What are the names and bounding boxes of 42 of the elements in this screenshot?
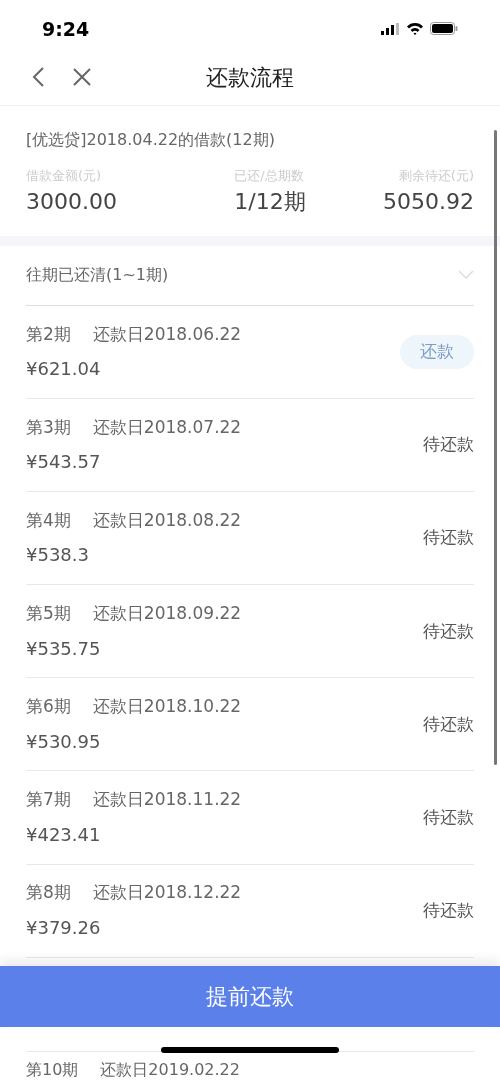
prepay-button[interactable]: 提前还款: [0, 965, 500, 1027]
due-date: 还款日2018.06.22: [92, 322, 242, 346]
close-icon[interactable]: [72, 67, 92, 88]
due-date: 还款日2018.09.22: [92, 602, 242, 625]
amount: ¥530.95: [26, 729, 102, 754]
stat-value: 3000.00: [26, 188, 117, 217]
paid-section-toggle[interactable]: 往期已还清(1~1期): [26, 246, 474, 306]
status-text: 待还款: [423, 619, 474, 643]
status-text: 待还款: [423, 433, 474, 457]
amount: ¥621.04: [26, 357, 102, 382]
amount: ¥538.3: [26, 543, 90, 568]
due-date: 还款日2018.11.22: [92, 788, 242, 812]
due-date: 还款日2018.10.22: [92, 695, 242, 719]
due-date: 还款日2018.12.22: [92, 881, 242, 905]
amount: ¥535.75: [26, 636, 102, 661]
loan-title: [优选贷]2018.04.22的借款(12期): [26, 128, 276, 151]
amount: ¥543.57: [26, 450, 102, 475]
status-text: 待还款: [423, 526, 474, 550]
wifi-icon: [406, 22, 424, 36]
period-label: 第10期: [26, 1058, 79, 1081]
repay-button[interactable]: 还款: [400, 334, 474, 369]
period-label: 第6期: [26, 695, 71, 719]
status-text: 待还款: [423, 712, 474, 736]
status-text: 待还款: [423, 805, 474, 829]
period-label: 第5期: [26, 602, 71, 625]
due-date: 还款日2019.02.22: [100, 1058, 240, 1081]
signal-icon: [381, 22, 400, 35]
amount: ¥423.41: [26, 822, 102, 847]
stat-value: 1/12期: [234, 188, 306, 217]
battery-icon: [430, 22, 458, 36]
status-time: 9:24: [42, 16, 90, 42]
due-date: 还款日2018.08.22: [92, 508, 242, 532]
period-label: 第7期: [26, 788, 71, 812]
period-label: 第4期: [26, 508, 71, 532]
page-title: 还款流程: [206, 63, 294, 92]
due-date: 还款日2018.07.22: [92, 415, 242, 439]
amount: ¥379.26: [26, 915, 102, 940]
period-label: 第3期: [26, 415, 71, 439]
period-label: 第2期: [26, 322, 71, 346]
status-text: 待还款: [423, 898, 474, 922]
stat-value: 5050.92: [383, 188, 474, 217]
period-label: 第8期: [26, 881, 71, 905]
